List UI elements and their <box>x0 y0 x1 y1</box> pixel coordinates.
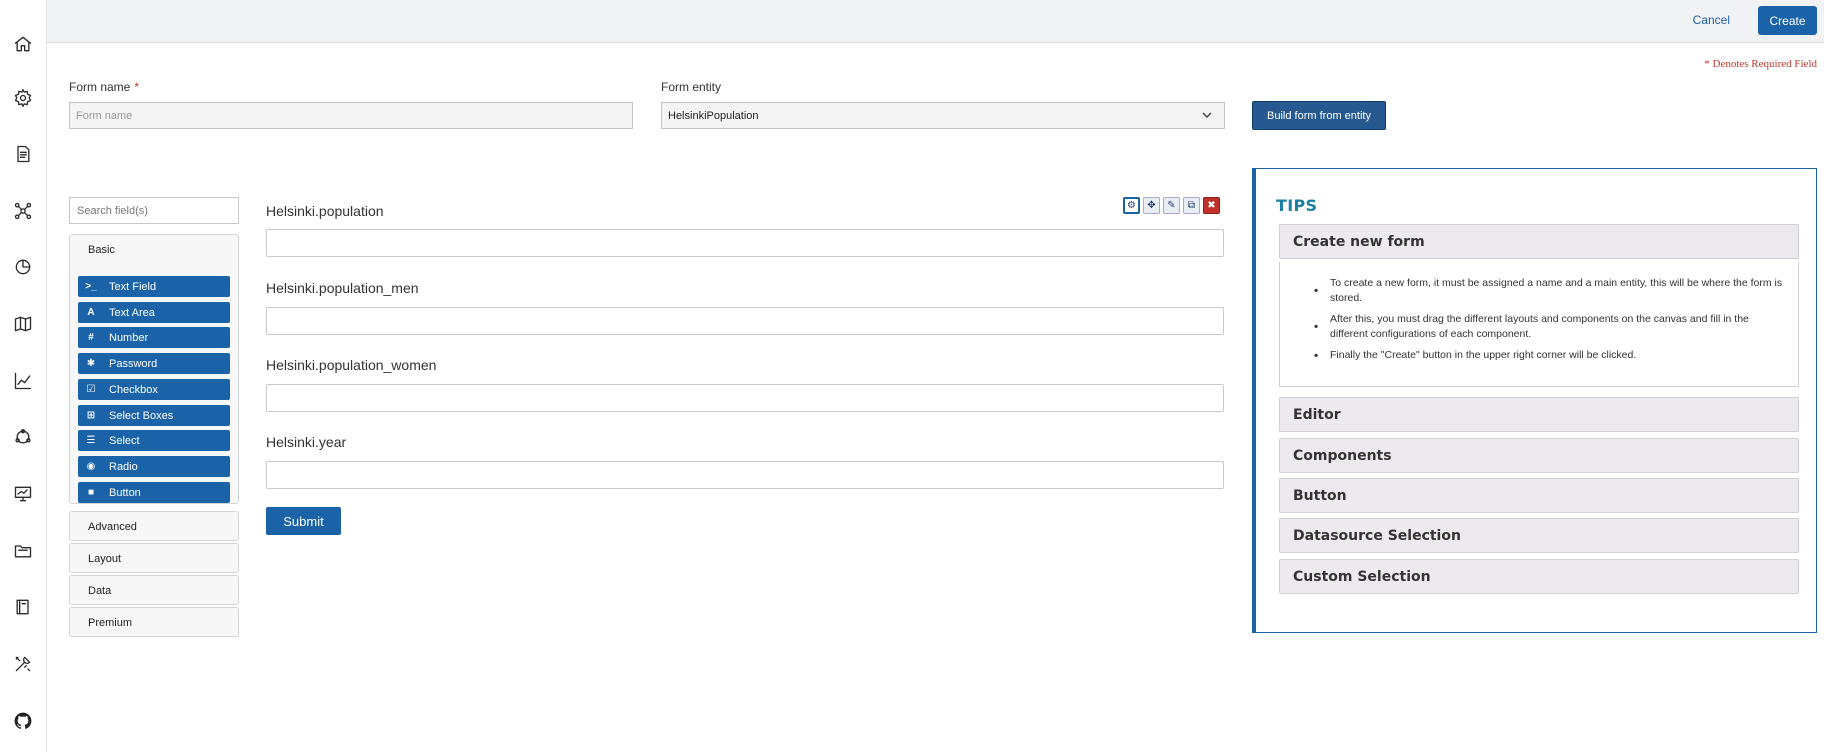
palette-group-premium[interactable]: Premium <box>69 607 239 637</box>
list-item: Finally the "Create" button in the upper… <box>1316 348 1786 363</box>
component-password[interactable]: ✱ Password <box>78 353 230 374</box>
form-name-input[interactable] <box>69 102 633 129</box>
network-icon[interactable] <box>9 197 37 225</box>
book-icon[interactable] <box>9 593 37 621</box>
component-radio[interactable]: ◉ Radio <box>78 456 230 477</box>
list-item: After this, you must drag the different … <box>1316 312 1786 342</box>
tips-section-custom-selection[interactable]: Custom Selection <box>1279 559 1799 594</box>
component-text-field[interactable]: >_ Text Field <box>78 276 230 297</box>
component-select-boxes[interactable]: ⊞ Select Boxes <box>78 405 230 426</box>
component-label: Password <box>109 357 158 370</box>
component-number[interactable]: # Number <box>78 327 230 348</box>
component-select[interactable]: ☰ Select <box>78 430 230 451</box>
palette-group-premium-header: Premium <box>88 617 133 629</box>
palette-group-advanced-header: Advanced <box>88 521 137 533</box>
field-input-population-men[interactable] <box>266 307 1224 335</box>
form-entity-select[interactable]: HelsinkiPopulation <box>661 102 1225 129</box>
tips-section-editor[interactable]: Editor <box>1279 397 1799 432</box>
field-input-population[interactable] <box>266 229 1224 257</box>
component-label: Checkbox <box>109 383 158 396</box>
component-label: Text Field <box>109 280 157 293</box>
submit-button[interactable]: Submit <box>266 507 341 535</box>
form-entity-value: HelsinkiPopulation <box>668 109 759 122</box>
folder-icon[interactable] <box>9 537 37 565</box>
form-name-label: Form name * <box>69 80 139 94</box>
field-input-year[interactable] <box>266 461 1224 489</box>
list-item: To create a new form, it must be assigne… <box>1316 276 1786 306</box>
cycle-icon[interactable] <box>9 423 37 451</box>
gear-icon[interactable] <box>9 84 37 112</box>
palette-group-basic-header[interactable]: Basic <box>70 235 238 265</box>
form-entity-label: Form entity <box>661 80 722 94</box>
field-label-population-women: Helsinki.population_women <box>266 357 437 373</box>
palette-group-layout[interactable]: Layout <box>69 543 239 573</box>
required-field-note: * Denotes Required Field <box>1704 58 1817 70</box>
stop-icon: ■ <box>87 487 95 498</box>
tips-title: TIPS <box>1276 196 1318 215</box>
line-chart-icon[interactable] <box>9 367 37 395</box>
build-form-from-entity-button[interactable]: Build form from entity <box>1252 101 1386 130</box>
component-label: Select Boxes <box>109 409 174 422</box>
palette-group-basic: Basic >_ Text Field A Text Area # Number ✱ P… <box>69 234 239 504</box>
tips-panel: TIPS Create new form To create a new for… <box>1252 168 1817 633</box>
tools-icon[interactable] <box>9 650 37 678</box>
field-label-population-men: Helsinki.population_men <box>266 280 419 296</box>
tips-section-datasource-selection[interactable]: Datasource Selection <box>1279 518 1799 553</box>
pie-chart-icon[interactable] <box>9 253 37 281</box>
wrench-icon[interactable]: ✎ <box>1163 197 1180 214</box>
form-builder-app: Cancel Create * Denotes Required Field F… <box>0 0 1824 752</box>
component-label: Number <box>109 331 149 344</box>
palette-group-layout-header: Layout <box>88 553 122 565</box>
tips-section-button[interactable]: Button <box>1279 478 1799 513</box>
component-toolbar: ⚙ ✥ ✎ ⧉ ✖ <box>1123 197 1220 214</box>
remove-icon[interactable]: ✖ <box>1203 197 1220 214</box>
tips-section-create-new-form[interactable]: Create new form <box>1279 224 1799 259</box>
copy-icon[interactable]: ⧉ <box>1183 197 1200 214</box>
component-label: Text Area <box>109 306 155 319</box>
field-label-population: Helsinki.population <box>266 203 384 219</box>
tips-create-form-list: To create a new form, it must be assigne… <box>1316 276 1786 369</box>
check-square-icon: ☑ <box>86 384 96 395</box>
tips-section-components[interactable]: Components <box>1279 438 1799 473</box>
search-fields-input[interactable] <box>69 197 239 224</box>
field-input-population-women[interactable] <box>266 384 1224 412</box>
palette-group-advanced[interactable]: Advanced <box>69 511 239 541</box>
component-label: Button <box>109 486 141 499</box>
sidebar-nav <box>0 0 47 752</box>
terminal-icon: >_ <box>85 281 97 292</box>
tips-create-form-body: To create a new form, it must be assigne… <box>1279 262 1799 387</box>
field-label-year: Helsinki.year <box>266 434 347 450</box>
component-label: Select <box>109 434 140 447</box>
document-icon[interactable] <box>9 140 37 168</box>
component-text-area[interactable]: A Text Area <box>78 302 230 323</box>
github-icon[interactable] <box>9 707 37 735</box>
move-icon[interactable]: ✥ <box>1143 197 1160 214</box>
palette-group-data-header: Data <box>88 585 112 597</box>
list-icon: ☰ <box>86 435 96 446</box>
required-star: * <box>134 80 140 94</box>
hash-icon: # <box>88 332 94 343</box>
cancel-button[interactable]: Cancel <box>1693 13 1730 27</box>
radio-icon: ◉ <box>86 461 96 472</box>
settings-gear-icon[interactable]: ⚙ <box>1123 197 1140 214</box>
palette-group-data[interactable]: Data <box>69 575 239 605</box>
home-icon[interactable] <box>9 30 37 58</box>
plus-square-icon: ⊞ <box>86 410 96 421</box>
map-icon[interactable] <box>9 310 37 338</box>
font-icon: A <box>87 307 95 318</box>
presentation-icon[interactable] <box>9 480 37 508</box>
create-button[interactable]: Create <box>1758 6 1817 35</box>
component-checkbox[interactable]: ☑ Checkbox <box>78 379 230 400</box>
chevron-down-icon <box>1202 110 1212 120</box>
component-button[interactable]: ■ Button <box>78 482 230 503</box>
form-name-label-text: Form name <box>69 80 131 94</box>
asterisk-icon: ✱ <box>86 358 96 369</box>
top-bar: Cancel Create <box>47 0 1824 43</box>
component-label: Radio <box>109 460 138 473</box>
